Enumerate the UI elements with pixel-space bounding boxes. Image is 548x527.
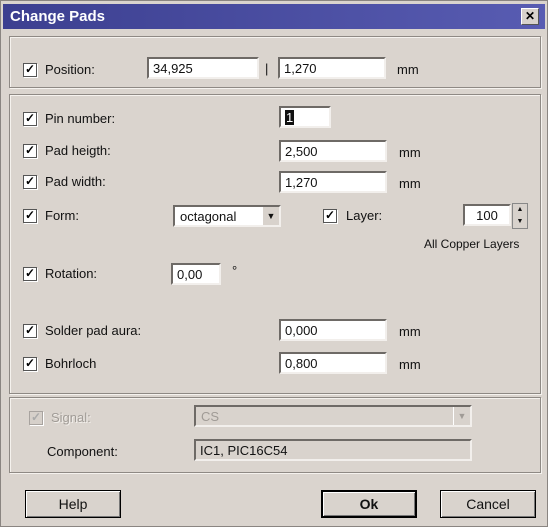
layer-spinner[interactable]: ▲ ▼ [512, 203, 528, 229]
spin-up-icon[interactable]: ▲ [513, 204, 527, 216]
check-mark-icon: ✓ [24, 356, 36, 370]
component-field: IC1, PIC16C54 [194, 439, 472, 461]
chevron-down-icon: ▼ [453, 407, 470, 425]
bohrloch-checkbox[interactable]: ✓ [23, 356, 37, 371]
pin-number-label: Pin number: [45, 111, 116, 126]
form-checkbox[interactable]: ✓ [23, 208, 37, 223]
check-mark-icon: ✓ [24, 62, 36, 76]
help-button[interactable]: Help [25, 490, 121, 518]
check-mark-icon: ✓ [24, 174, 36, 188]
pin-number-value: 1 [285, 110, 295, 125]
check-mark-icon: ✓ [30, 410, 42, 424]
position-x-input[interactable]: 34,925 [147, 57, 259, 79]
cancel-button[interactable]: Cancel [440, 490, 536, 518]
spin-down-icon[interactable]: ▼ [513, 216, 527, 228]
change-pads-dialog: Change Pads ✕ ✓ Position: 34,925 | 1,270… [0, 0, 548, 527]
pad-width-label: Pad width: [45, 174, 106, 189]
chevron-down-icon[interactable]: ▼ [262, 207, 279, 225]
pad-width-input[interactable]: 1,270 [279, 171, 387, 193]
signal-select: CS ▼ [194, 405, 472, 427]
position-separator: | [265, 61, 269, 76]
signal-selected-value: CS [201, 409, 220, 424]
title-bar[interactable]: Change Pads ✕ [3, 4, 545, 29]
pad-width-checkbox[interactable]: ✓ [23, 174, 37, 189]
layer-input[interactable]: 100 [463, 204, 511, 226]
check-mark-icon: ✓ [24, 111, 36, 125]
rotation-input[interactable]: 0,00 [171, 263, 221, 285]
pad-width-unit: mm [399, 176, 421, 191]
check-mark-icon: ✓ [24, 208, 36, 222]
rotation-unit: ° [232, 263, 238, 278]
rotation-label: Rotation: [45, 266, 98, 281]
layer-checkbox[interactable]: ✓ [323, 208, 337, 223]
solder-pad-aura-label: Solder pad aura: [45, 323, 142, 338]
bohrloch-label: Bohrloch [45, 356, 97, 371]
component-label: Component: [47, 444, 118, 459]
pad-height-unit: mm [399, 145, 421, 160]
check-mark-icon: ✓ [24, 143, 36, 157]
pad-height-label: Pad heigth: [45, 143, 111, 158]
close-icon[interactable]: ✕ [521, 8, 539, 25]
check-mark-icon: ✓ [24, 266, 36, 280]
solder-pad-aura-input[interactable]: 0,000 [279, 319, 387, 341]
dialog-title: Change Pads [10, 8, 106, 25]
ok-button[interactable]: Ok [321, 490, 417, 518]
position-y-input[interactable]: 1,270 [278, 57, 386, 79]
pin-number-input[interactable]: 1 [279, 106, 331, 128]
pad-height-input[interactable]: 2,500 [279, 140, 387, 162]
form-selected-value: octagonal [180, 209, 237, 224]
check-mark-icon: ✓ [24, 323, 36, 337]
rotation-checkbox[interactable]: ✓ [23, 266, 37, 281]
signal-label: Signal: [51, 410, 91, 425]
form-select[interactable]: octagonal ▼ [173, 205, 281, 227]
signal-checkbox: ✓ [29, 410, 43, 425]
form-label: Form: [45, 208, 79, 223]
solder-pad-aura-unit: mm [399, 324, 421, 339]
layer-label: Layer: [346, 208, 383, 223]
position-checkbox[interactable]: ✓ [23, 62, 37, 77]
check-mark-icon: ✓ [324, 208, 336, 222]
solder-pad-aura-checkbox[interactable]: ✓ [23, 323, 37, 338]
bohrloch-unit: mm [399, 357, 421, 372]
pad-height-checkbox[interactable]: ✓ [23, 143, 37, 158]
position-unit: mm [397, 62, 419, 77]
layer-caption: All Copper Layers [424, 237, 520, 251]
position-label: Position: [45, 62, 95, 77]
bohrloch-input[interactable]: 0,800 [279, 352, 387, 374]
pin-number-checkbox[interactable]: ✓ [23, 111, 37, 126]
